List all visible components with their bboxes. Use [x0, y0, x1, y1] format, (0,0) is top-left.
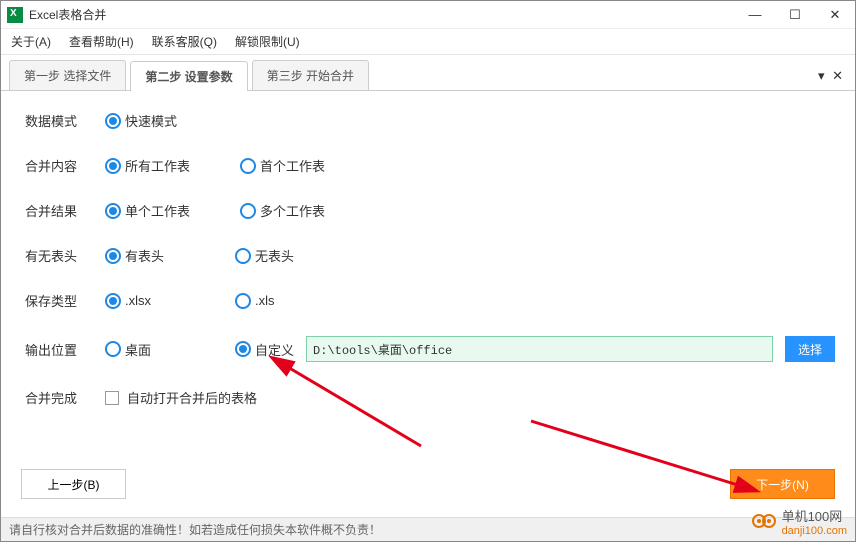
opt-fast-mode[interactable]: 快速模式 [105, 111, 185, 130]
opt-xls[interactable]: .xls [235, 293, 315, 309]
window-controls: — ☐ ✕ [735, 1, 855, 29]
watermark: 单机100网 danji100.com [752, 506, 847, 537]
titlebar: Excel表格合并 — ☐ ✕ [1, 1, 855, 29]
radio-icon [235, 341, 251, 357]
prev-button[interactable]: 上一步(B) [21, 469, 126, 499]
next-button[interactable]: 下一步(N) [730, 469, 835, 499]
opt-desktop[interactable]: 桌面 [105, 340, 185, 359]
row-after-merge: 合并完成 自动打开合并后的表格 [25, 388, 835, 407]
label-merge-content: 合并内容 [25, 156, 105, 175]
row-data-mode: 数据模式 快速模式 [25, 111, 835, 130]
label-has-header: 有无表头 [25, 246, 105, 265]
status-text: 请自行核对合并后数据的准确性！如若造成任何损失本软件概不负责！ [9, 521, 381, 538]
menu-unlock[interactable]: 解锁限制(U) [235, 33, 300, 50]
select-path-button[interactable]: 选择 [785, 336, 835, 362]
radio-icon [240, 158, 256, 174]
radio-icon [105, 293, 121, 309]
row-save-type: 保存类型 .xlsx .xls [25, 291, 835, 310]
radio-icon [235, 248, 251, 264]
tabbar: 第一步 选择文件 第二步 设置参数 第三步 开始合并 ▾ ✕ [1, 61, 855, 91]
row-output-location: 输出位置 桌面 自定义 选择 [25, 336, 835, 362]
tab-step2[interactable]: 第二步 设置参数 [130, 61, 247, 91]
opt-xlsx[interactable]: .xlsx [105, 293, 185, 309]
radio-icon [105, 158, 121, 174]
tab-step3[interactable]: 第三步 开始合并 [252, 60, 369, 90]
row-has-header: 有无表头 有表头 无表头 [25, 246, 835, 265]
tabbar-actions[interactable]: ▾ ✕ [818, 68, 845, 84]
settings-panel: 数据模式 快速模式 合并内容 所有工作表 首个工作表 合并结果 单个工作表 多个… [1, 91, 855, 407]
menu-about[interactable]: 关于(A) [11, 33, 51, 50]
radio-icon [235, 293, 251, 309]
radio-icon [105, 248, 121, 264]
output-path-input[interactable] [306, 336, 773, 362]
checkbox-icon [105, 391, 119, 405]
menu-help[interactable]: 查看帮助(H) [69, 33, 134, 50]
opt-all-sheets[interactable]: 所有工作表 [105, 156, 190, 175]
label-output-location: 输出位置 [25, 340, 105, 359]
radio-icon [105, 113, 121, 129]
label-after-merge: 合并完成 [25, 388, 105, 407]
radio-icon [240, 203, 256, 219]
minimize-button[interactable]: — [735, 1, 775, 29]
label-save-type: 保存类型 [25, 291, 105, 310]
watermark-domain: danji100.com [782, 525, 847, 537]
footer-buttons: 上一步(B) 下一步(N) [1, 469, 855, 499]
maximize-button[interactable]: ☐ [775, 1, 815, 29]
opt-custom[interactable]: 自定义 选择 [235, 336, 835, 362]
app-icon [7, 7, 23, 23]
menu-contact[interactable]: 联系客服(Q) [152, 33, 217, 50]
row-merge-result: 合并结果 单个工作表 多个工作表 [25, 201, 835, 220]
opt-has-header-yes[interactable]: 有表头 [105, 246, 185, 265]
opt-first-sheet[interactable]: 首个工作表 [240, 156, 325, 175]
label-data-mode: 数据模式 [25, 111, 105, 130]
status-bar: 请自行核对合并后数据的准确性！如若造成任何损失本软件概不负责！ [1, 517, 855, 541]
radio-icon [105, 203, 121, 219]
row-merge-content: 合并内容 所有工作表 首个工作表 [25, 156, 835, 175]
label-merge-result: 合并结果 [25, 201, 105, 220]
opt-multi-sheet[interactable]: 多个工作表 [240, 201, 325, 220]
close-button[interactable]: ✕ [815, 1, 855, 29]
watermark-icon [752, 512, 780, 532]
radio-icon [105, 341, 121, 357]
menubar: 关于(A) 查看帮助(H) 联系客服(Q) 解锁限制(U) [1, 29, 855, 55]
window-title: Excel表格合并 [29, 6, 735, 23]
opt-single-sheet[interactable]: 单个工作表 [105, 201, 190, 220]
watermark-text: 单机100网 [782, 506, 847, 525]
opt-auto-open[interactable]: 自动打开合并后的表格 [105, 388, 257, 407]
opt-has-header-no[interactable]: 无表头 [235, 246, 315, 265]
tab-step1[interactable]: 第一步 选择文件 [9, 60, 126, 90]
